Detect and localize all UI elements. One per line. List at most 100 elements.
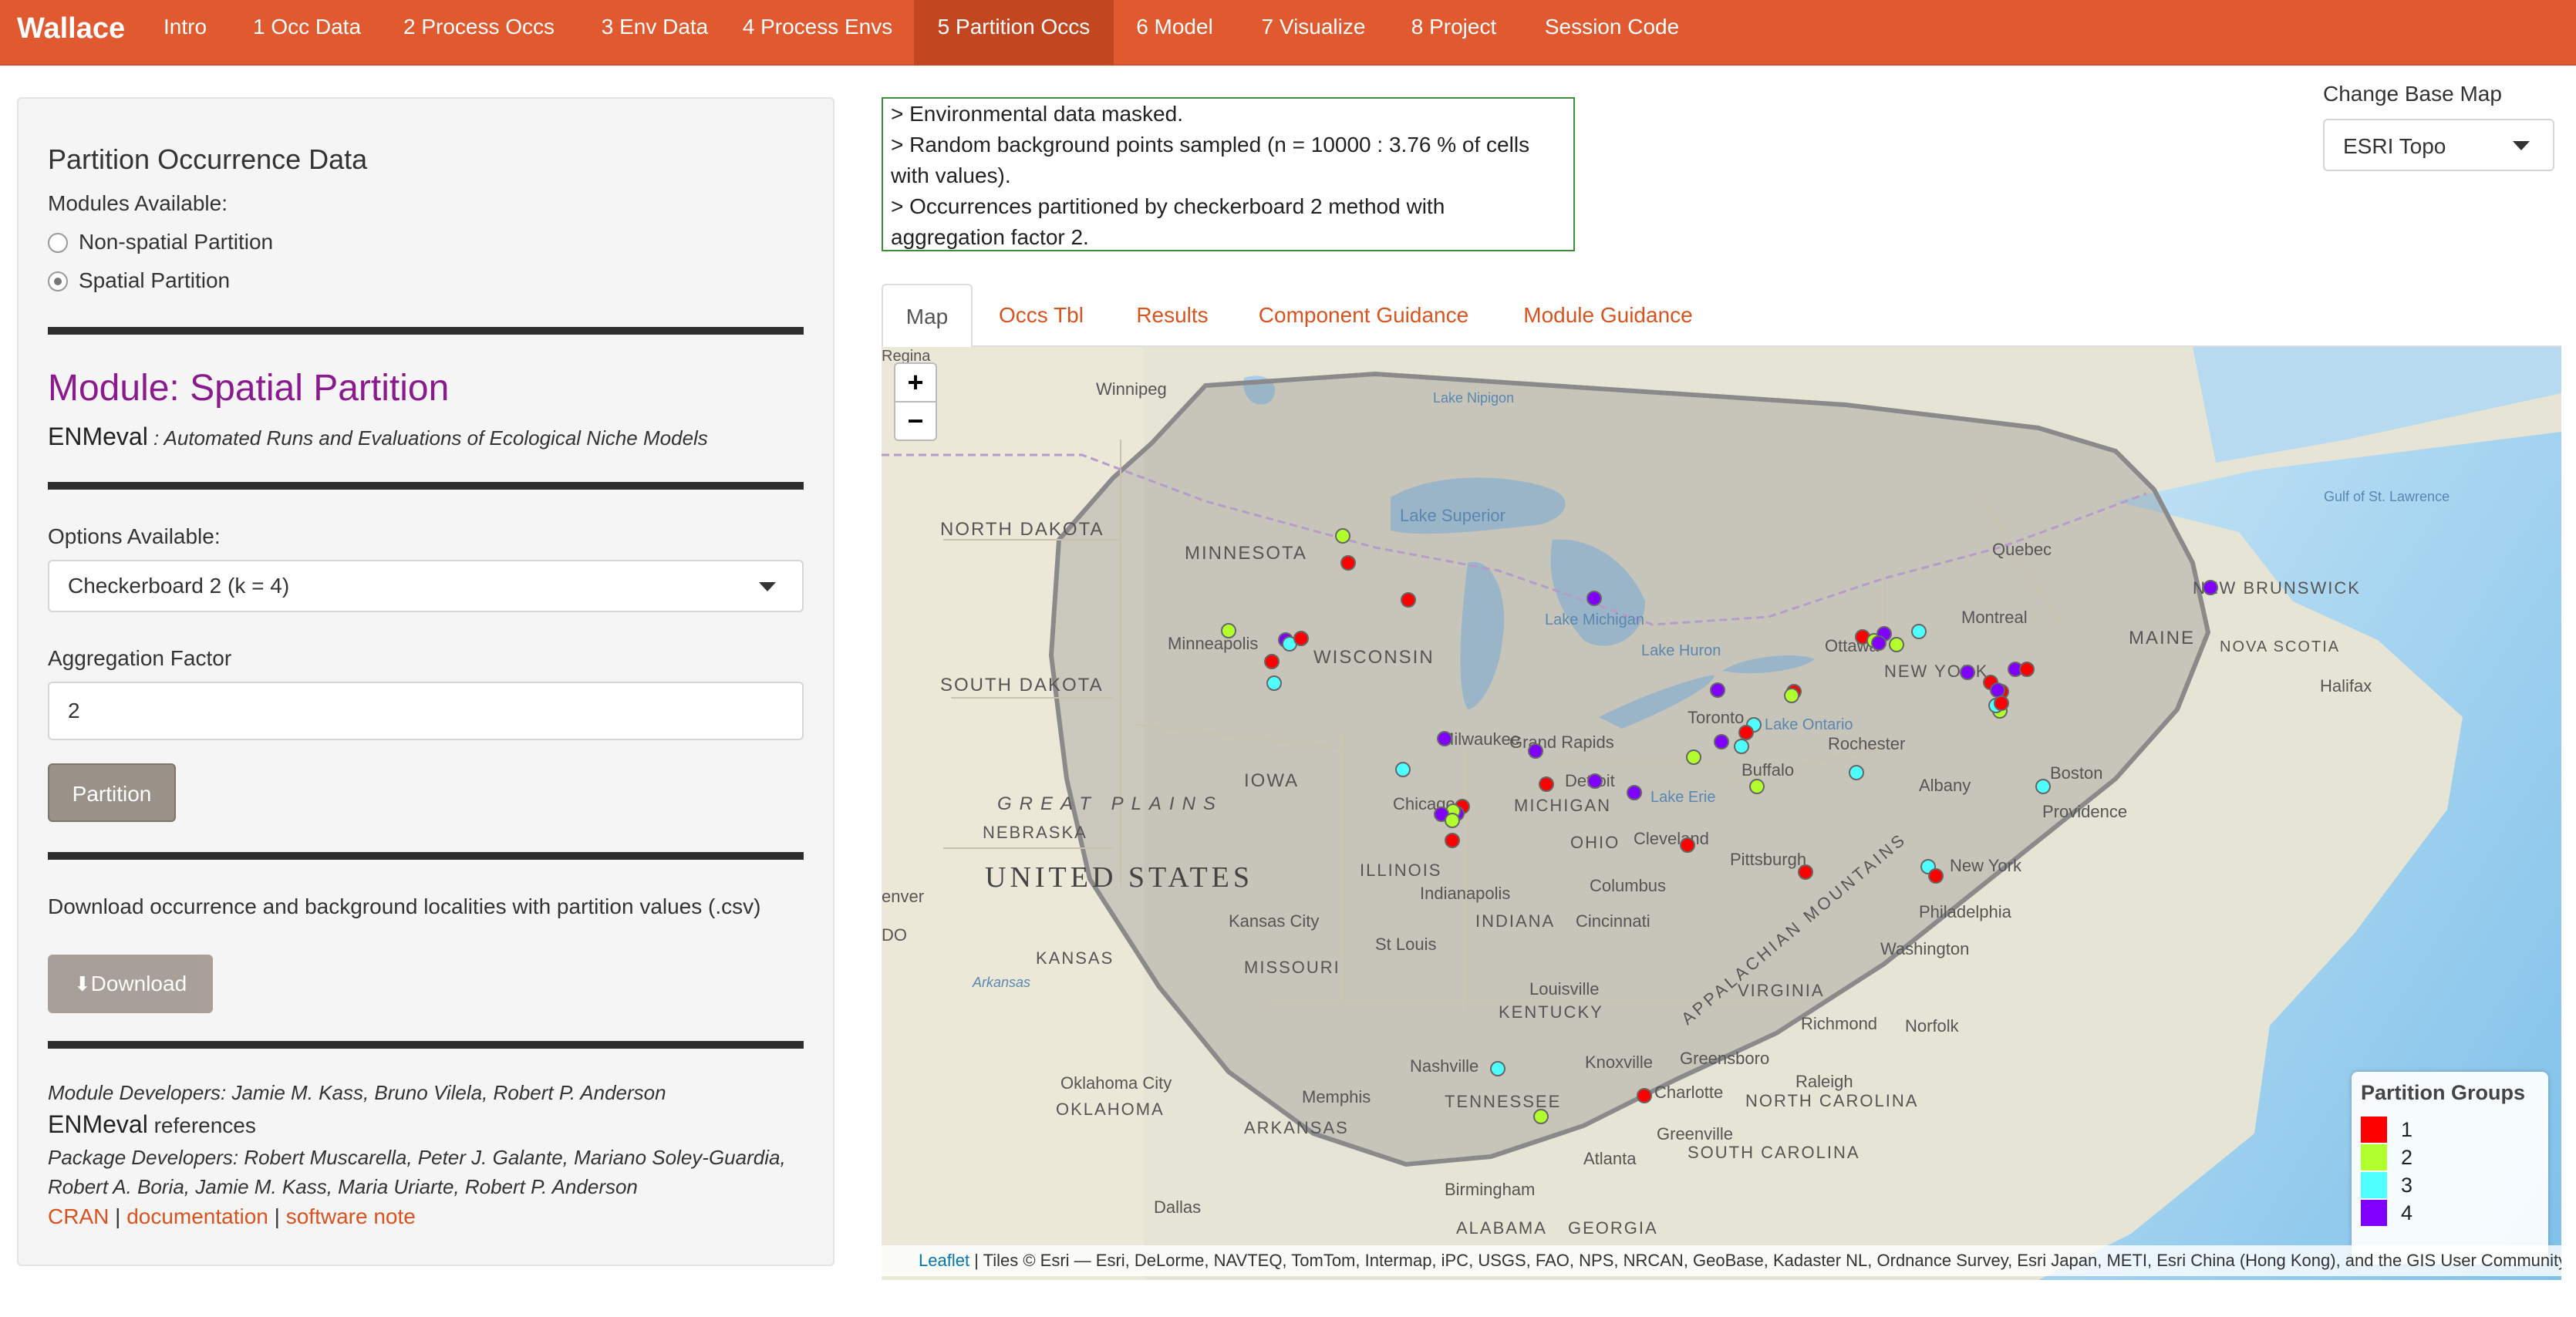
nav-tab-process-occs[interactable]: 2 Process Occs: [395, 0, 563, 66]
basemap-selected: ESRI Topo: [2343, 134, 2446, 158]
occurrence-point[interactable]: [1889, 637, 1904, 652]
occurrence-point[interactable]: [1293, 631, 1309, 646]
nav-tab-project[interactable]: 8 Project: [1396, 0, 1512, 66]
occurrence-point[interactable]: [1710, 682, 1725, 698]
map-label: Cincinnati: [1576, 911, 1650, 931]
zoom-in-button[interactable]: +: [894, 362, 937, 403]
radio-spatial-label[interactable]: Spatial Partition: [79, 268, 230, 293]
nav-tab-partition-occs[interactable]: 5 Partition Occs: [914, 0, 1114, 66]
map-label: KENTUCKY: [1499, 1002, 1603, 1022]
occurrence-point[interactable]: [1714, 734, 1729, 749]
occurrence-point[interactable]: [1221, 623, 1236, 638]
legend-label: 2: [2401, 1146, 2413, 1169]
occurrence-point[interactable]: [1587, 773, 1603, 789]
options-select[interactable]: Checkerboard 2 (k = 4): [48, 560, 804, 612]
occurrence-point[interactable]: [1680, 837, 1695, 853]
download-button[interactable]: ⬇Download: [48, 955, 213, 1013]
aggregation-factor-input[interactable]: 2: [48, 682, 804, 740]
occurrence-point[interactable]: [1960, 665, 1975, 680]
references-word: references: [147, 1113, 256, 1137]
occurrence-point[interactable]: [1266, 675, 1282, 691]
occurrence-point[interactable]: [1445, 833, 1460, 848]
occurrence-point[interactable]: [1798, 864, 1813, 880]
occurrence-point[interactable]: [1734, 739, 1749, 754]
legend-label: 1: [2401, 1118, 2413, 1141]
basemap-select[interactable]: ESRI Topo: [2323, 119, 2554, 171]
occurrence-point[interactable]: [1533, 1109, 1549, 1124]
occurrence-point[interactable]: [1445, 813, 1460, 828]
nav-tab-occ-data[interactable]: 1 Occ Data: [245, 0, 369, 66]
package-developers-2: Robert A. Boria, Jamie M. Kass, Maria Ur…: [48, 1175, 638, 1198]
map-label: Greensboro: [1680, 1049, 1769, 1068]
map-label: Winnipeg: [1096, 379, 1167, 399]
occurrence-point[interactable]: [1637, 1088, 1652, 1103]
map-label: Lake Michigan: [1545, 611, 1644, 628]
tab-module-guidance[interactable]: Module Guidance: [1512, 284, 1704, 347]
tab-results[interactable]: Results: [1118, 284, 1226, 347]
occurrence-point[interactable]: [1849, 765, 1864, 780]
occurrence-point[interactable]: [1871, 635, 1886, 651]
occurrence-point[interactable]: [2203, 580, 2218, 595]
map-canvas[interactable]: Regina Winnipeg Lake Nipigon NORTH DAKOT…: [882, 347, 2561, 1280]
app-brand[interactable]: Wallace: [17, 0, 125, 66]
occurrence-point[interactable]: [2019, 662, 2035, 677]
chevron-down-icon: [2513, 141, 2530, 150]
zoom-out-button[interactable]: −: [894, 401, 937, 441]
radio-spatial[interactable]: [48, 271, 68, 291]
occurrence-point[interactable]: [1539, 776, 1554, 792]
nav-tab-session-code[interactable]: Session Code: [1535, 0, 1689, 66]
module-developers: Module Developers: Jamie M. Kass, Bruno …: [48, 1081, 666, 1104]
occurrence-point[interactable]: [1738, 725, 1754, 740]
tab-occs-tbl[interactable]: Occs Tbl: [987, 284, 1095, 347]
nav-tab-model[interactable]: 6 Model: [1128, 0, 1222, 66]
occurrence-point[interactable]: [1990, 682, 2005, 698]
occurrence-point[interactable]: [1335, 528, 1350, 544]
legend-label: 4: [2401, 1201, 2413, 1224]
occurrence-point[interactable]: [1264, 654, 1280, 669]
leaflet-map[interactable]: Regina Winnipeg Lake Nipigon NORTH DAKOT…: [882, 347, 2561, 1280]
occurrence-point[interactable]: [1528, 743, 1543, 759]
occurrence-point[interactable]: [1401, 592, 1416, 608]
nav-tab-env-data[interactable]: 3 Env Data: [589, 0, 720, 66]
package-line: ENMeval : Automated Runs and Evaluations…: [48, 423, 708, 451]
occurrence-point[interactable]: [1928, 868, 1944, 884]
nav-tab-process-envs[interactable]: 4 Process Envs: [740, 0, 895, 66]
tab-component-guidance[interactable]: Component Guidance: [1248, 284, 1479, 347]
occurrence-point[interactable]: [1340, 555, 1356, 571]
map-label: ALABAMA: [1456, 1218, 1547, 1238]
legend-swatch: [2361, 1144, 2387, 1170]
leaflet-link[interactable]: Leaflet: [919, 1251, 969, 1270]
log-line: > Random background points sampled (n = …: [891, 133, 1530, 157]
radio-non-spatial-label[interactable]: Non-spatial Partition: [79, 230, 273, 254]
map-label: St Louis: [1375, 935, 1437, 954]
nav-tab-visualize[interactable]: 7 Visualize: [1248, 0, 1379, 66]
occurrence-point[interactable]: [2035, 779, 2051, 794]
map-label: UNITED STATES: [985, 861, 1253, 894]
occurrence-point[interactable]: [1686, 749, 1701, 765]
occurrence-point[interactable]: [1749, 779, 1765, 794]
map-label: Providence: [2042, 802, 2127, 821]
occurrence-point[interactable]: [1911, 624, 1927, 639]
map-label: Lake Nipigon: [1433, 390, 1514, 406]
cran-link[interactable]: CRAN: [48, 1204, 109, 1228]
map-label: VIRGINIA: [1738, 981, 1825, 1000]
documentation-link[interactable]: documentation: [126, 1204, 268, 1228]
occurrence-point[interactable]: [1586, 591, 1602, 606]
nav-tab-intro[interactable]: Intro: [148, 0, 222, 66]
map-label: Charlotte: [1654, 1083, 1723, 1102]
partition-button[interactable]: Partition: [48, 763, 176, 822]
map-label: Oklahoma City: [1060, 1073, 1172, 1093]
radio-non-spatial[interactable]: [48, 233, 68, 253]
occurrence-point[interactable]: [1437, 731, 1452, 746]
map-label: Gulf of St. Lawrence: [2324, 489, 2450, 504]
occurrence-point[interactable]: [1994, 696, 2009, 711]
occurrence-point[interactable]: [1490, 1061, 1505, 1076]
software-note-link[interactable]: software note: [286, 1204, 416, 1228]
occurrence-point[interactable]: [1784, 688, 1799, 703]
package-developers-1: Package Developers: Robert Muscarella, P…: [48, 1146, 786, 1169]
options-selected: Checkerboard 2 (k = 4): [68, 574, 290, 598]
occurrence-point[interactable]: [1395, 762, 1411, 777]
tab-map[interactable]: Map: [882, 284, 973, 349]
attribution-text: | Tiles © Esri — Esri, DeLorme, NAVTEQ, …: [969, 1251, 2561, 1270]
occurrence-point[interactable]: [1627, 785, 1642, 800]
